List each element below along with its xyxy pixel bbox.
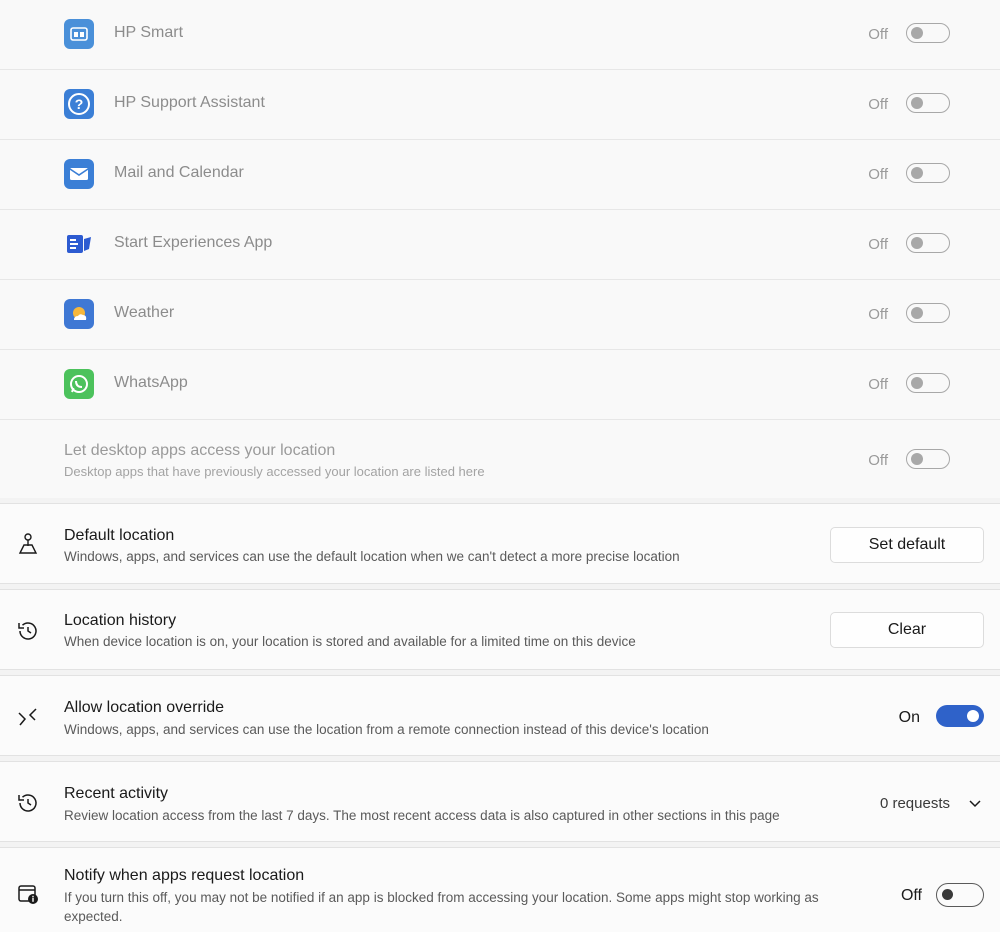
toggle-state-label: Off bbox=[868, 452, 888, 469]
app-row-start-experiences: Start Experiences App Off bbox=[0, 210, 1000, 280]
app-row-hp-smart: HP Smart Off bbox=[0, 0, 1000, 70]
app-row-weather: Weather Off bbox=[0, 280, 1000, 350]
location-override-subtitle: Windows, apps, and services can use the … bbox=[64, 722, 709, 737]
hp-support-icon: ? bbox=[64, 89, 94, 119]
toggle-state-label: On bbox=[898, 709, 920, 726]
desktop-apps-toggle[interactable] bbox=[906, 449, 950, 469]
desktop-apps-subtitle: Desktop apps that have previously access… bbox=[64, 464, 485, 479]
weather-icon bbox=[64, 299, 94, 329]
notify-toggle[interactable] bbox=[936, 883, 984, 907]
weather-toggle[interactable] bbox=[906, 303, 950, 323]
history-icon bbox=[16, 791, 40, 815]
app-row-whatsapp: WhatsApp Off bbox=[0, 350, 1000, 420]
whatsapp-icon bbox=[64, 369, 94, 399]
recent-activity-title: Recent activity bbox=[64, 785, 169, 802]
location-history-title: Location history bbox=[64, 612, 177, 629]
request-count: 0 requests bbox=[879, 795, 950, 812]
toggle-state-label: Off bbox=[868, 166, 888, 183]
toggle-state-label: Off bbox=[868, 306, 888, 323]
app-permissions-list: HP Smart Off ? HP Support Assistant Off … bbox=[0, 0, 1000, 498]
mail-calendar-toggle[interactable] bbox=[906, 163, 950, 183]
location-history-card: Location history When device location is… bbox=[0, 589, 1000, 670]
hp-smart-toggle[interactable] bbox=[906, 23, 950, 43]
hp-support-assistant-toggle[interactable] bbox=[906, 93, 950, 113]
app-name: Mail and Calendar bbox=[114, 164, 244, 181]
toggle-state-label: Off bbox=[868, 26, 888, 43]
clear-button[interactable]: Clear bbox=[830, 612, 984, 648]
location-history-subtitle: When device location is on, your locatio… bbox=[64, 634, 636, 649]
app-name: HP Support Assistant bbox=[114, 94, 265, 111]
desktop-apps-title: Let desktop apps access your location bbox=[64, 442, 336, 459]
location-override-toggle[interactable] bbox=[936, 705, 984, 727]
notification-info-icon bbox=[16, 882, 40, 906]
notify-subtitle: If you turn this off, you may not be not… bbox=[64, 890, 819, 924]
app-name: WhatsApp bbox=[114, 374, 188, 391]
notify-title: Notify when apps request location bbox=[64, 867, 305, 884]
default-location-card: Default location Windows, apps, and serv… bbox=[0, 503, 1000, 584]
recent-activity-card: Recent activity Review location access f… bbox=[0, 761, 1000, 842]
toggle-state-label: Off bbox=[868, 96, 888, 113]
notify-card: Notify when apps request location If you… bbox=[0, 847, 1000, 932]
app-row-mail-calendar: Mail and Calendar Off bbox=[0, 140, 1000, 210]
toggle-state-label: Off bbox=[900, 887, 922, 904]
desktop-apps-row: Let desktop apps access your location De… bbox=[0, 420, 1000, 498]
recent-activity-subtitle: Review location access from the last 7 d… bbox=[64, 808, 780, 823]
set-default-button[interactable]: Set default bbox=[830, 527, 984, 563]
toggle-state-label: Off bbox=[868, 376, 888, 393]
location-settings-page: HP Smart Off ? HP Support Assistant Off … bbox=[0, 0, 1000, 932]
start-experiences-toggle[interactable] bbox=[906, 233, 950, 253]
location-override-title: Allow location override bbox=[64, 699, 225, 716]
app-row-hp-support-assistant: ? HP Support Assistant Off bbox=[0, 70, 1000, 140]
map-pin-icon bbox=[16, 532, 40, 556]
default-location-subtitle: Windows, apps, and services can use the … bbox=[64, 549, 680, 564]
location-override-card: Allow location override Windows, apps, a… bbox=[0, 675, 1000, 756]
whatsapp-toggle[interactable] bbox=[906, 373, 950, 393]
toggle-state-label: Off bbox=[868, 236, 888, 253]
default-location-title: Default location bbox=[64, 527, 175, 544]
app-name: HP Smart bbox=[114, 24, 184, 41]
mail-calendar-icon bbox=[64, 159, 94, 189]
app-name: Weather bbox=[114, 304, 175, 321]
history-icon bbox=[16, 619, 40, 643]
svg-text:?: ? bbox=[75, 96, 84, 112]
remote-connection-icon bbox=[16, 705, 40, 729]
hp-smart-icon bbox=[64, 19, 94, 49]
app-name: Start Experiences App bbox=[114, 234, 273, 251]
start-experiences-icon bbox=[64, 229, 94, 259]
chevron-down-icon[interactable] bbox=[966, 794, 984, 812]
